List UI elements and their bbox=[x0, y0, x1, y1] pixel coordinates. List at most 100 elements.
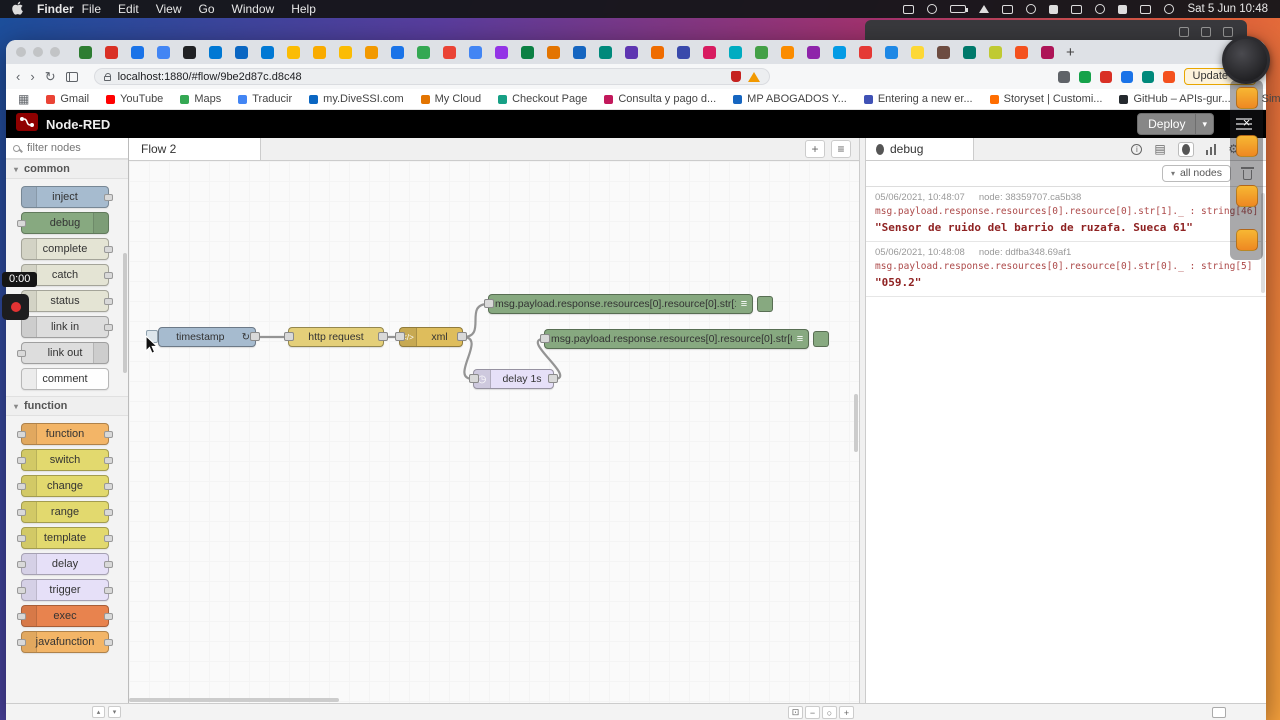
debug-toggle-button[interactable] bbox=[813, 331, 829, 347]
node-input-port[interactable] bbox=[284, 332, 294, 341]
pinned-tab-favicon[interactable] bbox=[235, 45, 248, 59]
extension-icon[interactable] bbox=[1120, 70, 1133, 83]
pinned-tab-favicon[interactable] bbox=[417, 45, 430, 59]
pinned-tab-favicon[interactable] bbox=[261, 45, 274, 59]
deploy-options-caret-icon[interactable]: ▾ bbox=[1195, 114, 1213, 134]
control-center-icon[interactable] bbox=[1118, 4, 1128, 14]
palette-collapse-up-button[interactable]: ▴ bbox=[92, 706, 105, 718]
pinned-tab-favicon[interactable] bbox=[313, 45, 326, 59]
pinned-tab-favicon[interactable] bbox=[781, 45, 794, 59]
floating-toolbar-button[interactable] bbox=[1235, 135, 1258, 157]
chart-icon[interactable] bbox=[1205, 143, 1217, 155]
node-input-port[interactable] bbox=[469, 374, 479, 383]
bookmark-item[interactable]: my.DiveSSI.com bbox=[309, 93, 404, 105]
palette-search[interactable] bbox=[6, 138, 128, 159]
node-output-port[interactable] bbox=[250, 332, 260, 341]
extension-icon[interactable] bbox=[1099, 70, 1112, 83]
new-tab-button[interactable]: + bbox=[1066, 45, 1075, 60]
battery-icon[interactable] bbox=[979, 5, 990, 13]
zoom-fit-button[interactable]: ⊡ bbox=[788, 706, 803, 719]
address-bar[interactable]: localhost:1880/#flow/9be2d87c.d8c48 bbox=[93, 68, 770, 85]
pinned-tab-favicon[interactable] bbox=[599, 45, 612, 59]
pinned-tab-favicon[interactable] bbox=[625, 45, 638, 59]
back-icon[interactable]: ‹ bbox=[16, 70, 20, 83]
bookmark-item[interactable]: Gmail bbox=[46, 93, 89, 105]
pinned-tab-favicon[interactable] bbox=[469, 45, 482, 59]
window-minimize-button[interactable] bbox=[33, 47, 43, 57]
palette-section-header-common[interactable]: ▾ common bbox=[6, 159, 128, 179]
pinned-tab-favicon[interactable] bbox=[859, 45, 872, 59]
pinned-tab-favicon[interactable] bbox=[183, 45, 196, 59]
notification-center-icon[interactable] bbox=[1164, 4, 1175, 14]
pinned-tab-favicon[interactable] bbox=[1041, 45, 1054, 59]
reload-icon[interactable]: ↻ bbox=[45, 70, 56, 83]
pinned-tab-favicon[interactable] bbox=[833, 45, 846, 59]
volume-icon[interactable] bbox=[1026, 4, 1037, 14]
palette-node-function[interactable]: function bbox=[17, 423, 113, 445]
bookmark-item[interactable]: Storyset | Customi... bbox=[989, 93, 1102, 105]
flow-node-n5[interactable]: msg.payload.response.resources[0].resour… bbox=[540, 329, 829, 349]
pinned-tab-favicon[interactable] bbox=[729, 45, 742, 59]
pinned-tab-favicon[interactable] bbox=[937, 45, 950, 59]
pinned-tab-favicon[interactable] bbox=[79, 45, 92, 59]
display-icon[interactable] bbox=[950, 5, 969, 13]
bookmark-item[interactable]: Traducir bbox=[238, 93, 292, 105]
palette-node-switch[interactable]: switch bbox=[17, 449, 113, 471]
node-input-port[interactable] bbox=[540, 334, 550, 343]
node-input-port[interactable] bbox=[484, 299, 494, 308]
flow-node-n3[interactable]: </> xml bbox=[395, 327, 467, 347]
palette-node-delay[interactable]: delay bbox=[17, 553, 113, 575]
pinned-tab-favicon[interactable] bbox=[209, 45, 222, 59]
pinned-tab-favicon[interactable] bbox=[365, 45, 378, 59]
bug-icon[interactable] bbox=[1177, 141, 1194, 157]
pinned-tab-favicon[interactable] bbox=[651, 45, 664, 59]
pinned-tab-favicon[interactable] bbox=[443, 45, 456, 59]
menubar-item-help[interactable]: Help bbox=[291, 2, 316, 16]
palette-node-trigger[interactable]: trigger bbox=[17, 579, 113, 601]
flow-node-n2[interactable]: http request bbox=[284, 327, 388, 347]
keyboard-brightness-icon[interactable] bbox=[927, 4, 938, 14]
palette-section-header-function[interactable]: ▾ function bbox=[6, 396, 128, 416]
palette-node-complete[interactable]: complete bbox=[21, 238, 113, 260]
pinned-tab-favicon[interactable] bbox=[703, 45, 716, 59]
zoom-reset-button[interactable]: ○ bbox=[822, 706, 837, 719]
close-icon[interactable]: × bbox=[1243, 116, 1251, 129]
docs-icon[interactable]: ▤ bbox=[1154, 142, 1165, 156]
palette-node-comment[interactable]: comment bbox=[21, 368, 109, 390]
bookmarks-apps-icon[interactable]: ▦ bbox=[18, 92, 29, 106]
deploy-button[interactable]: Deploy ▾ bbox=[1137, 113, 1214, 135]
spotlight-icon[interactable] bbox=[1095, 4, 1106, 14]
debug-toggle-button[interactable] bbox=[757, 296, 773, 312]
palette-scrollbar[interactable] bbox=[123, 253, 127, 373]
apple-menu-icon[interactable] bbox=[12, 1, 25, 18]
pinned-tab-favicon[interactable] bbox=[573, 45, 586, 59]
bookmark-item[interactable]: YouTube bbox=[106, 93, 163, 105]
bookmark-item[interactable]: GitHub – APIs-gur... bbox=[1119, 93, 1231, 105]
palette-node-link-out[interactable]: link out bbox=[17, 342, 109, 364]
canvas-horizontal-scrollbar[interactable] bbox=[129, 698, 339, 702]
privacy-shield-icon[interactable] bbox=[730, 71, 741, 82]
pinned-tab-favicon[interactable] bbox=[1015, 45, 1028, 59]
flow-node-n6[interactable]: ◷ delay 1s bbox=[469, 369, 558, 389]
extension-icon[interactable] bbox=[1141, 70, 1154, 83]
bookmark-item[interactable]: My Cloud bbox=[420, 93, 481, 105]
menubar-item-file[interactable]: File bbox=[82, 2, 101, 16]
info-icon[interactable]: i bbox=[1131, 143, 1143, 155]
debug-filter-button[interactable]: ▾ all nodes bbox=[1161, 165, 1231, 182]
palette-collapse-down-button[interactable]: ▾ bbox=[108, 706, 121, 718]
node-output-port[interactable] bbox=[548, 374, 558, 383]
palette-node-debug[interactable]: debug bbox=[17, 212, 109, 234]
message-property-path[interactable]: msg.payload.response.resources[0].resour… bbox=[875, 261, 1257, 272]
node-output-port[interactable] bbox=[378, 332, 388, 341]
bookmark-item[interactable]: Checkout Page bbox=[498, 93, 587, 105]
menubar-item-view[interactable]: View bbox=[156, 2, 182, 16]
menubar-item-edit[interactable]: Edit bbox=[118, 2, 139, 16]
pinned-tab-favicon[interactable] bbox=[391, 45, 404, 59]
floating-toolbar-button[interactable] bbox=[1235, 229, 1258, 251]
pinned-tab-favicon[interactable] bbox=[677, 45, 690, 59]
node-input-port[interactable] bbox=[395, 332, 405, 341]
palette-node-inject[interactable]: inject bbox=[21, 186, 113, 208]
message-property-path[interactable]: msg.payload.response.resources[0].resour… bbox=[875, 206, 1257, 217]
pinned-tab-favicon[interactable] bbox=[547, 45, 560, 59]
minimap-toggle-icon[interactable] bbox=[1212, 707, 1226, 718]
